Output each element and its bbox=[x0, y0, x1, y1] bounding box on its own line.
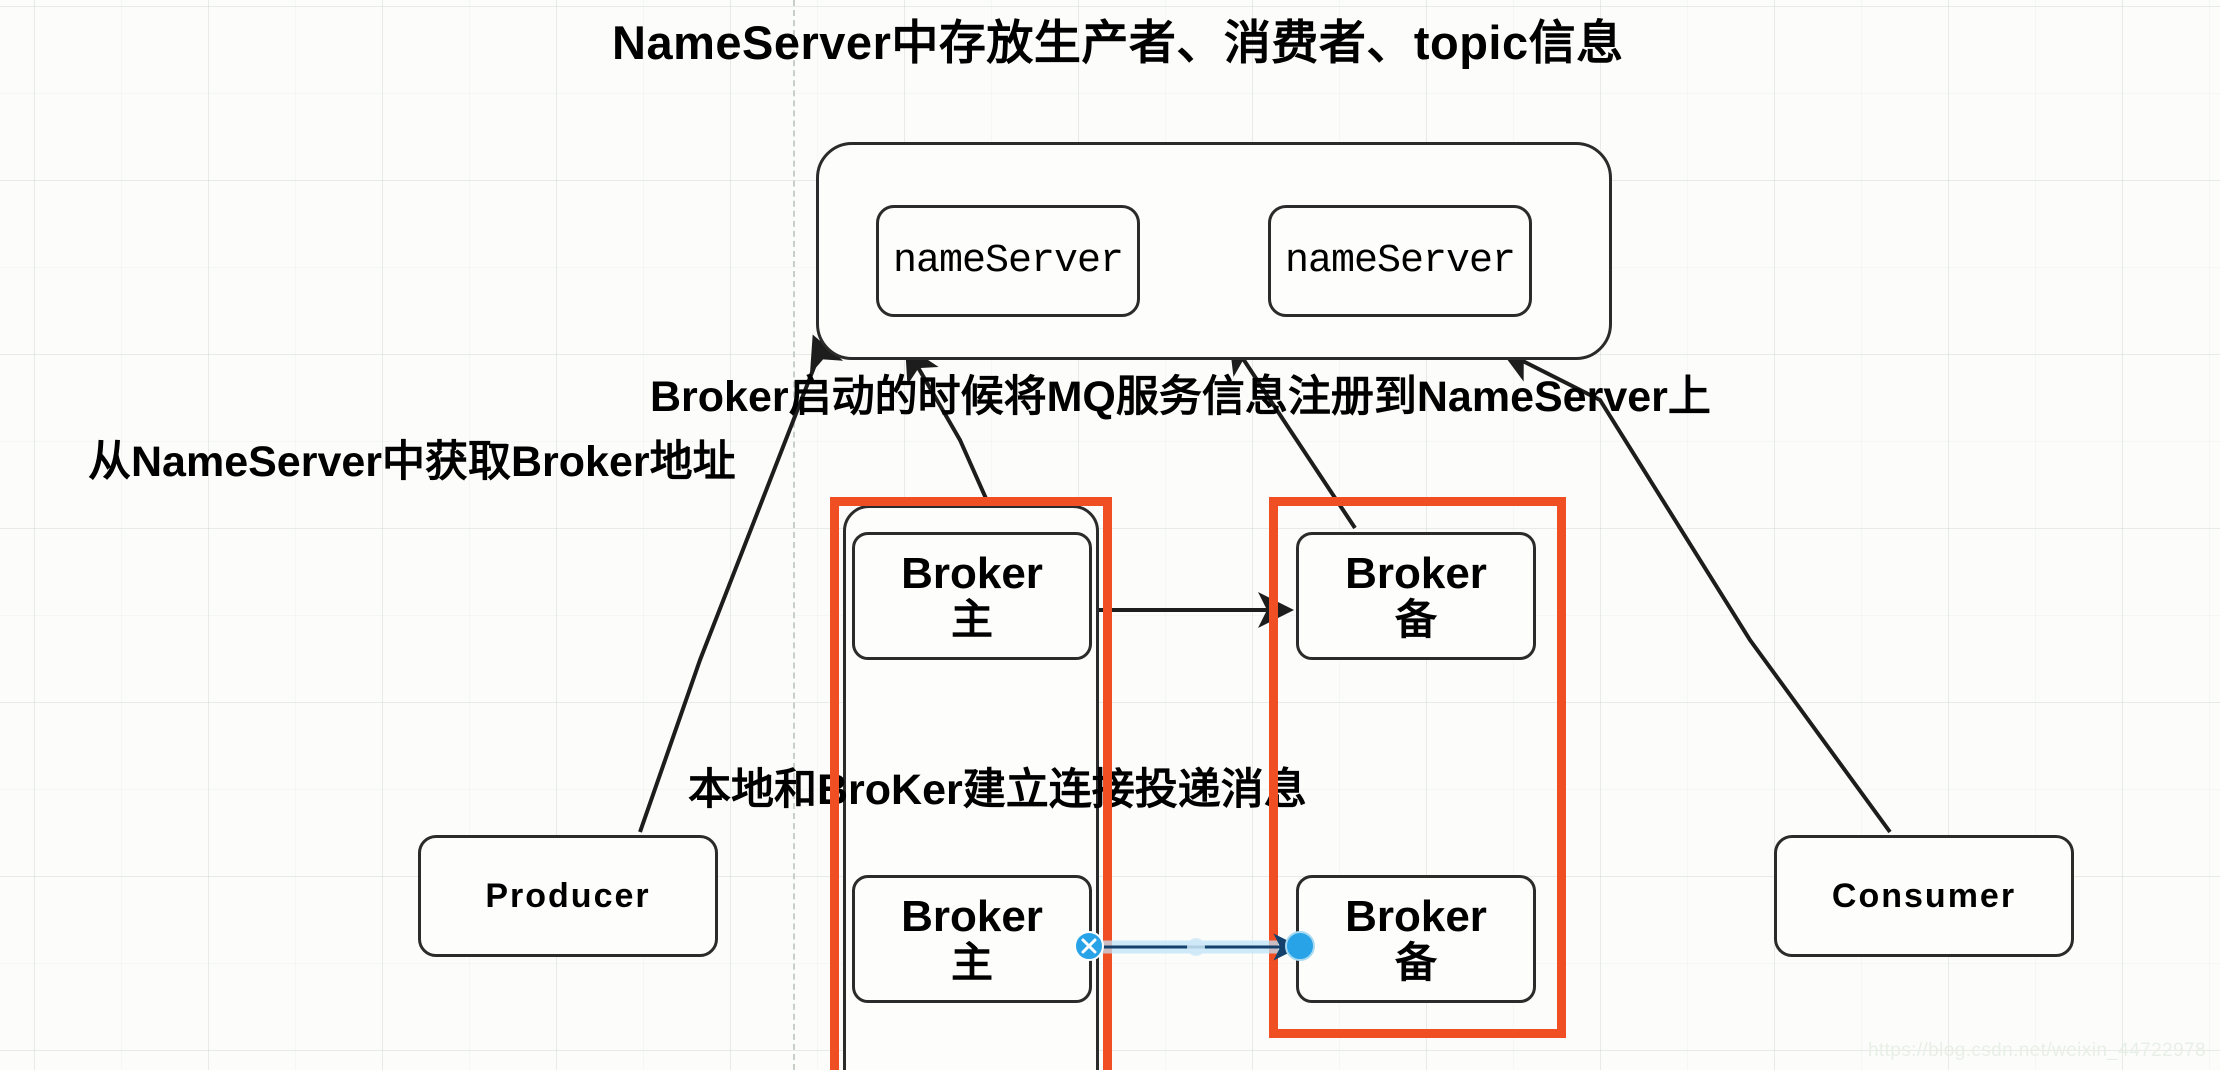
edge-target-handle[interactable] bbox=[1285, 931, 1315, 961]
selected-edge-layer bbox=[1074, 931, 1315, 961]
watermark-url: https://blog.csdn.net/weixin_44722978 bbox=[1867, 1040, 2206, 1061]
edge-midpoint-handle[interactable] bbox=[1187, 938, 1205, 956]
edge-source-handle[interactable] bbox=[1074, 931, 1104, 961]
diagram-canvas: nameServer nameServer Broker 主 Broker 备 … bbox=[0, 0, 2220, 1070]
